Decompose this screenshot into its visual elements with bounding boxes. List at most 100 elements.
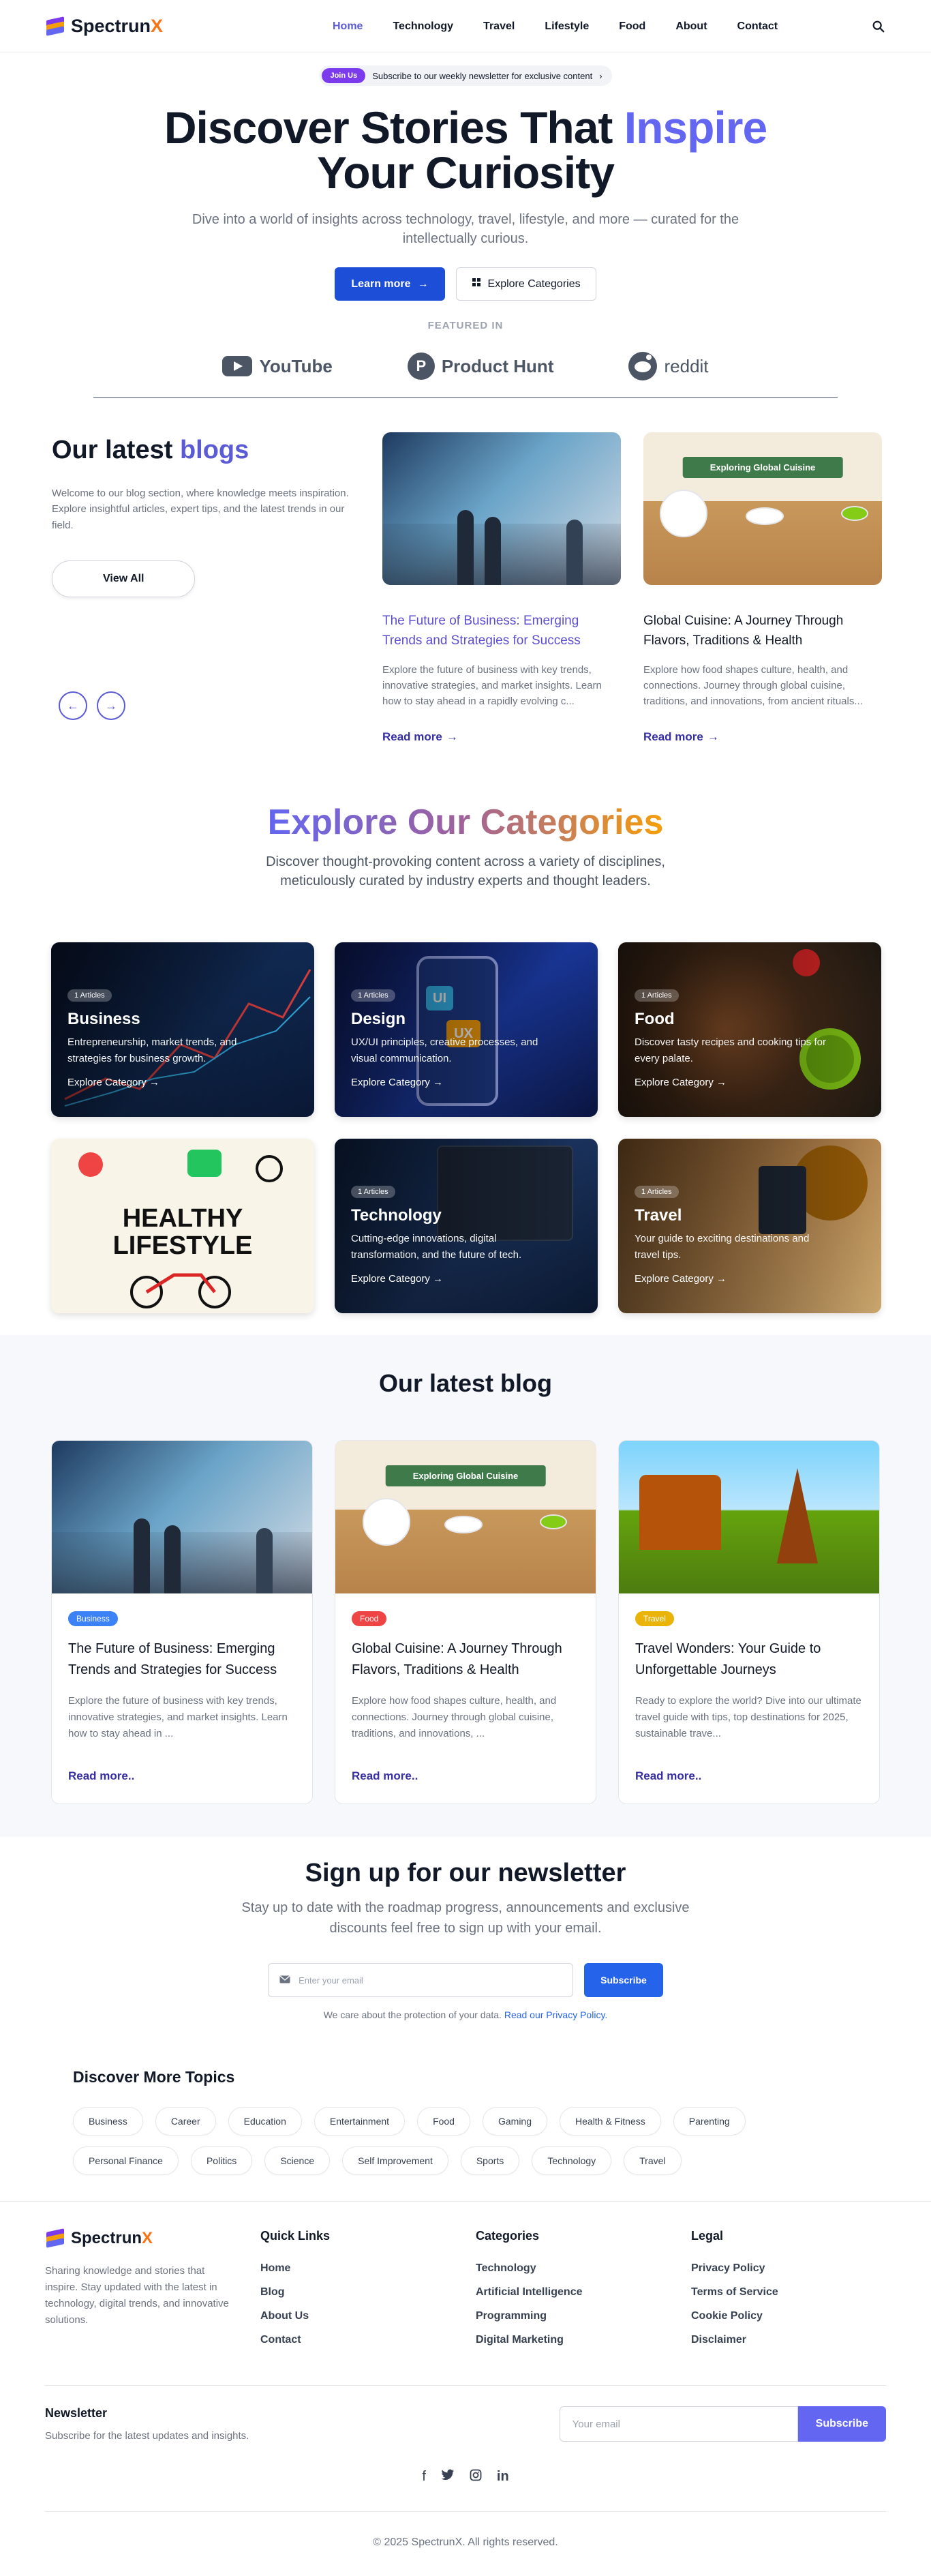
copyright: © 2025 SpectrunX. All rights reserved. <box>373 2536 558 2548</box>
topic-chip[interactable]: Sports <box>460 2146 520 2175</box>
card-body: Food Global Cuisine: A Journey Through F… <box>335 1593 596 1783</box>
category-tag[interactable]: Business <box>68 1611 118 1626</box>
footer-link[interactable]: About Us <box>260 2310 476 2322</box>
logo[interactable]: SpectrunX <box>45 16 163 37</box>
footer-email-field[interactable]: Your email <box>559 2406 798 2442</box>
blog-card[interactable]: Exploring Global Cuisine Global Cuisine:… <box>643 432 882 744</box>
twitter-icon[interactable] <box>441 2469 455 2485</box>
topic-chip[interactable]: Travel <box>624 2146 682 2175</box>
footer-link[interactable]: Cookie Policy <box>691 2310 896 2322</box>
reddit-icon <box>628 352 658 380</box>
explore-category-link[interactable]: Explore Category → <box>635 1077 727 1088</box>
category-card-business[interactable]: 1 Articles Business Entrepreneurship, ma… <box>51 942 314 1117</box>
blog-card[interactable]: Business The Future of Business: Emergin… <box>51 1440 313 1804</box>
card-excerpt: Explore how food shapes culture, health,… <box>352 1695 557 1739</box>
subscribe-button[interactable]: Subscribe <box>584 1963 663 1997</box>
category-card-design[interactable]: UI UX 1 Articles Design UX/UI principles… <box>335 942 598 1117</box>
categories-subtitle: Discover thought-provoking content acros… <box>266 854 665 888</box>
nav-link-food[interactable]: Food <box>604 20 660 33</box>
topic-chip[interactable]: Health & Fitness <box>560 2107 661 2136</box>
arrow-right-icon: → <box>707 730 719 743</box>
nav-link-lifestyle[interactable]: Lifestyle <box>530 20 604 33</box>
blog-card[interactable]: The Future of Business: Emerging Trends … <box>382 432 621 744</box>
footer-link[interactable]: Home <box>260 2262 476 2275</box>
category-content: 1 Articles Travel Your guide to exciting… <box>635 1185 832 1285</box>
topic-chip[interactable]: Entertainment <box>314 2107 406 2136</box>
topic-chip[interactable]: Personal Finance <box>73 2146 179 2175</box>
explore-categories-button[interactable]: Explore Categories <box>455 267 596 301</box>
blog-card[interactable]: Exploring Global Cuisine Food Global Cui… <box>335 1440 596 1804</box>
latest-blog-section: Our latest blog Business The Future of B… <box>0 1335 931 1837</box>
card-body: Business The Future of Business: Emergin… <box>52 1593 312 1783</box>
view-all-button[interactable]: View All <box>52 560 196 597</box>
category-name: Technology <box>351 1206 442 1225</box>
card-title[interactable]: Travel Wonders: Your Guide to Unforgetta… <box>635 1638 863 1681</box>
footer-subscribe-button[interactable]: Subscribe <box>797 2406 886 2442</box>
learn-more-button[interactable]: Learn more → <box>335 267 445 301</box>
logo-icon <box>45 16 65 36</box>
card-title[interactable]: The Future of Business: Emerging Trends … <box>68 1638 296 1681</box>
footer-link[interactable]: Blog <box>260 2286 476 2298</box>
topic-chip[interactable]: Gaming <box>482 2107 548 2136</box>
category-card-food[interactable]: 1 Articles Food Discover tasty recipes a… <box>618 942 881 1117</box>
stopwatch-icon <box>256 1155 283 1182</box>
footer-link[interactable]: Contact <box>260 2334 476 2346</box>
nav-link-about[interactable]: About <box>660 20 722 33</box>
card-excerpt: Explore how food shapes culture, health,… <box>643 663 863 708</box>
footer-link[interactable]: Disclaimer <box>691 2334 896 2346</box>
explore-category-link[interactable]: Explore Category → <box>351 1273 443 1285</box>
footer-link[interactable]: Privacy Policy <box>691 2262 896 2275</box>
blog-card[interactable]: Travel Travel Wonders: Your Guide to Unf… <box>618 1440 880 1804</box>
read-more-link[interactable]: Read more.. <box>352 1769 418 1783</box>
footer-link[interactable]: Programming <box>476 2310 691 2322</box>
read-more-link[interactable]: Read more.. <box>68 1769 134 1783</box>
category-card-lifestyle[interactable]: HEALTHY LIFESTYLE <box>51 1139 314 1313</box>
instagram-icon[interactable] <box>470 2469 482 2485</box>
category-card-travel[interactable]: 1 Articles Travel Your guide to exciting… <box>618 1139 881 1313</box>
explore-category-link[interactable]: Explore Category → <box>635 1273 727 1285</box>
announcement-pill[interactable]: Join Us Subscribe to our weekly newslett… <box>319 65 612 86</box>
footer-link[interactable]: Terms of Service <box>691 2286 896 2298</box>
facebook-icon[interactable]: f <box>422 2469 426 2485</box>
footer-link[interactable]: Digital Marketing <box>476 2334 691 2346</box>
plate-illustration <box>746 507 784 525</box>
card-title[interactable]: Global Cuisine: A Journey Through Flavor… <box>643 611 882 651</box>
nav-link-travel[interactable]: Travel <box>468 20 530 33</box>
footer-logo[interactable]: SpectrunX <box>45 2228 260 2248</box>
topic-chip[interactable]: Food <box>417 2107 470 2136</box>
read-more-link[interactable]: Read more → <box>382 730 458 744</box>
category-card-technology[interactable]: 1 Articles Technology Cutting-edge innov… <box>335 1139 598 1313</box>
nav-link-home[interactable]: Home <box>318 20 378 33</box>
nav-link-contact[interactable]: Contact <box>722 20 793 33</box>
footer-description: Sharing knowledge and stories that inspi… <box>45 2265 229 2326</box>
read-more-link[interactable]: Read more → <box>643 730 719 744</box>
topic-chip[interactable]: Technology <box>532 2146 612 2175</box>
explore-category-link[interactable]: Explore Category → <box>67 1077 159 1088</box>
email-field[interactable]: Enter your email <box>268 1963 574 1997</box>
categories-grid: 1 Articles Business Entrepreneurship, ma… <box>0 890 931 1313</box>
plate-illustration <box>660 490 707 537</box>
topic-chip[interactable]: Education <box>228 2107 302 2136</box>
footer-link[interactable]: Technology <box>476 2262 691 2275</box>
youtube-icon <box>222 356 253 376</box>
explore-category-link[interactable]: Explore Category → <box>351 1077 443 1088</box>
topic-chip[interactable]: Self Improvement <box>342 2146 448 2175</box>
linkedin-icon[interactable]: in <box>497 2469 509 2485</box>
privacy-policy-link[interactable]: Read our Privacy Policy. <box>504 2009 607 2020</box>
arrow-right-icon[interactable]: → <box>97 691 125 720</box>
footer-newsletter-text: Newsletter Subscribe for the latest upda… <box>45 2406 249 2442</box>
read-more-link[interactable]: Read more.. <box>635 1769 701 1783</box>
topic-chip[interactable]: Career <box>155 2107 216 2136</box>
card-title[interactable]: Global Cuisine: A Journey Through Flavor… <box>352 1638 579 1681</box>
arrow-left-icon[interactable]: ← <box>59 691 87 720</box>
category-tag[interactable]: Food <box>352 1611 387 1626</box>
nav-link-technology[interactable]: Technology <box>378 20 468 33</box>
topic-chip[interactable]: Parenting <box>673 2107 746 2136</box>
card-title[interactable]: The Future of Business: Emerging Trends … <box>382 611 621 651</box>
topic-chip[interactable]: Business <box>73 2107 143 2136</box>
topic-chip[interactable]: Politics <box>190 2146 253 2175</box>
search-icon[interactable] <box>871 19 886 34</box>
footer-link[interactable]: Artificial Intelligence <box>476 2286 691 2298</box>
topic-chip[interactable]: Science <box>264 2146 331 2175</box>
category-tag[interactable]: Travel <box>635 1611 674 1626</box>
